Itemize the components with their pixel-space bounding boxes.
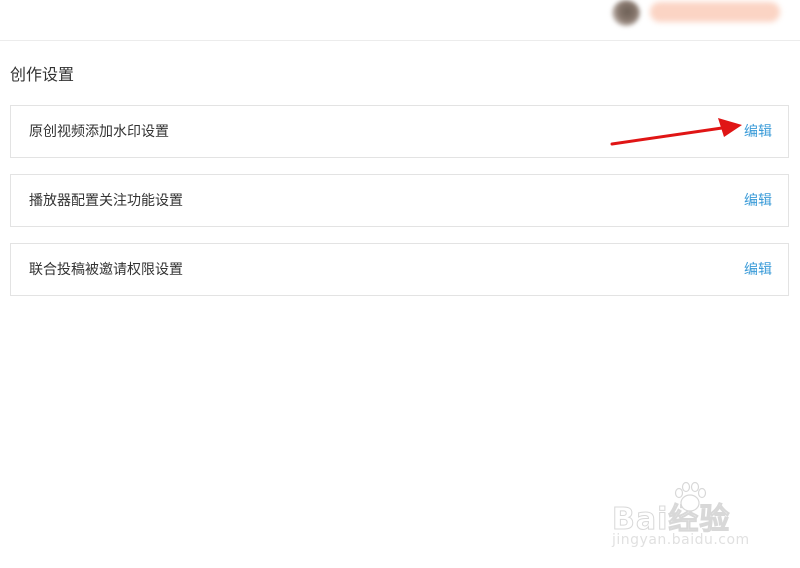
user-avatar[interactable] [612, 0, 640, 26]
setting-label: 播放器配置关注功能设置 [29, 193, 183, 209]
setting-row-player-follow: 播放器配置关注功能设置 编辑 [10, 174, 789, 227]
annotation-arrow-icon [610, 118, 742, 146]
setting-row-joint-submission: 联合投稿被邀请权限设置 编辑 [10, 243, 789, 296]
watermark-url: jingyan.baidu.com [612, 532, 750, 548]
setting-label: 原创视频添加水印设置 [29, 124, 169, 140]
top-bar [0, 0, 800, 41]
page: 创作设置 原创视频添加水印设置 编辑 播放器配置关注功能设置 编辑 联合投稿被邀… [0, 0, 800, 568]
username-blurred[interactable] [650, 2, 780, 22]
watermark: Bai经验 jingyan.baidu.com [611, 480, 782, 560]
edit-joint-submission-link[interactable]: 编辑 [744, 244, 772, 297]
section-title: 创作设置 [10, 65, 75, 84]
edit-player-follow-link[interactable]: 编辑 [744, 175, 772, 228]
setting-label: 联合投稿被邀请权限设置 [29, 262, 183, 278]
paw-icon [674, 481, 707, 512]
